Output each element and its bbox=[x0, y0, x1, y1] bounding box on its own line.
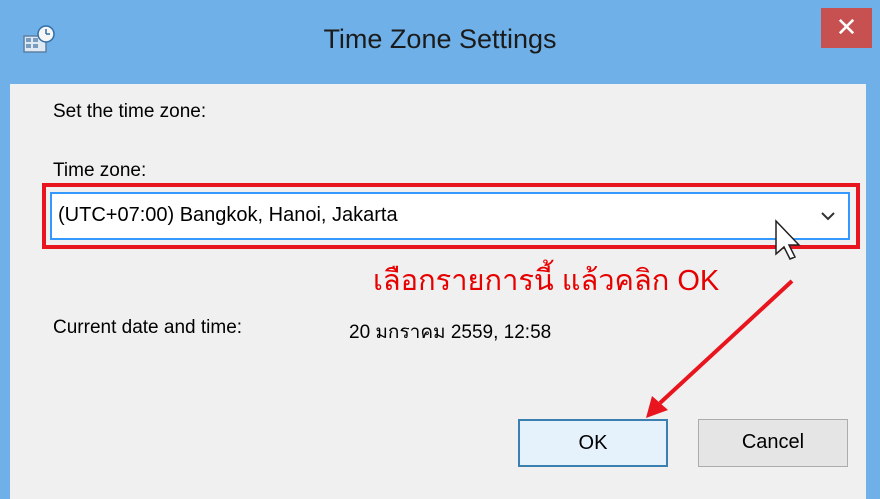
time-zone-select[interactable]: (UTC+07:00) Bangkok, Hanoi, Jakarta bbox=[50, 192, 850, 240]
chevron-down-icon[interactable] bbox=[816, 202, 840, 230]
window-left-border bbox=[0, 84, 10, 499]
time-zone-selected-value: (UTC+07:00) Bangkok, Hanoi, Jakarta bbox=[58, 204, 398, 226]
current-date-time-value: 20 มกราคม 2559, 12:58 bbox=[349, 322, 552, 343]
instruction-annotation: เลือกรายการนี้ แล้วคลิก OK bbox=[373, 265, 720, 297]
close-button[interactable]: ✕ bbox=[821, 8, 872, 48]
time-zone-settings-window: Time Zone Settings ✕ Set the time zone: … bbox=[0, 0, 880, 499]
close-icon: ✕ bbox=[835, 12, 858, 42]
time-zone-label: Time zone: bbox=[53, 160, 147, 181]
window-right-border bbox=[866, 84, 880, 499]
ok-button[interactable]: OK bbox=[518, 419, 668, 467]
cancel-button[interactable]: Cancel bbox=[698, 419, 848, 467]
current-date-time-label: Current date and time: bbox=[53, 317, 243, 338]
window-title: Time Zone Settings bbox=[323, 24, 557, 54]
set-time-zone-label: Set the time zone: bbox=[53, 101, 207, 122]
